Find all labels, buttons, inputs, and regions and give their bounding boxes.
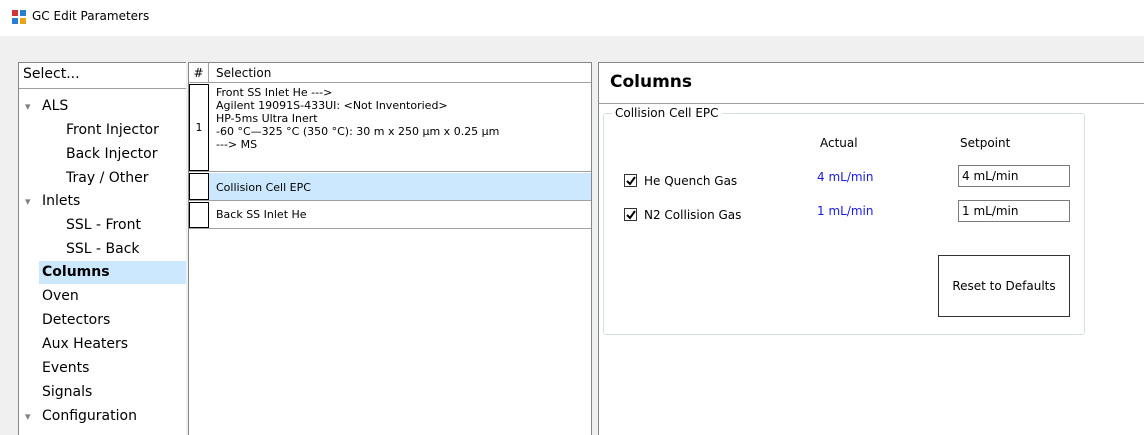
nav-item-als[interactable]: ALS	[42, 95, 68, 118]
nav-item-events[interactable]: Events	[42, 357, 89, 380]
grid-row-back-inlet[interactable]: Back SS Inlet He	[189, 202, 591, 229]
selection-line: Front SS Inlet He --->	[216, 86, 333, 99]
he-quench-setpoint-input[interactable]	[958, 165, 1070, 187]
reset-to-defaults-button[interactable]: Reset to Defaults	[938, 255, 1070, 317]
selection-line: HP-5ms Ultra Inert	[216, 112, 318, 125]
n2-collision-checkbox[interactable]	[624, 208, 637, 221]
grid-row-collision-cell[interactable]: Collision Cell EPC	[189, 173, 591, 201]
nav-item-signals[interactable]: Signals	[42, 381, 92, 404]
selection-line: -60 °C—325 °C (350 °C): 30 m x 250 μm x …	[216, 125, 500, 138]
nav-item-aux-heaters[interactable]: Aux Heaters	[42, 333, 128, 356]
window-titlebar: GC Edit Parameters	[0, 0, 1144, 36]
grid-row-number	[189, 202, 209, 228]
details-title-divider	[599, 103, 1144, 104]
grid-header-number[interactable]: #	[189, 63, 209, 83]
nav-item-front-injector[interactable]: Front Injector	[66, 119, 159, 142]
grid-row-front-inlet[interactable]: 1 Front SS Inlet He ---> Agilent 19091S-…	[189, 84, 591, 172]
nav-item-tray-other[interactable]: Tray / Other	[66, 167, 148, 190]
window-title: GC Edit Parameters	[32, 9, 150, 23]
actual-column-header: Actual	[820, 136, 858, 150]
he-quench-checkbox[interactable]	[624, 174, 637, 187]
grid-header-selection[interactable]: Selection	[216, 63, 271, 83]
nav-item-configuration[interactable]: Configuration	[42, 405, 137, 428]
nav-header-divider	[19, 88, 186, 89]
nav-item-oven[interactable]: Oven	[42, 285, 79, 308]
nav-item-detectors[interactable]: Detectors	[42, 309, 110, 332]
nav-item-ssl-back[interactable]: SSL - Back	[66, 238, 140, 261]
expand-chevron-icon[interactable]: ▾	[25, 190, 31, 213]
he-quench-actual: 4 mL/min	[817, 170, 874, 184]
nav-item-inlets[interactable]: Inlets	[42, 190, 80, 213]
dialog-body: Select... ▾ ALS Front Injector Back Inje…	[0, 36, 1144, 435]
details-panel: Columns Collision Cell EPC Actual Setpoi…	[598, 62, 1144, 435]
group-title: Collision Cell EPC	[612, 106, 722, 120]
grid-row-number: 1	[189, 84, 209, 171]
grid-row-selection: Back SS Inlet He	[216, 208, 307, 221]
selection-line: ---> MS	[216, 138, 258, 151]
n2-collision-setpoint-input[interactable]	[958, 200, 1070, 222]
selection-line: Agilent 19091S-433UI: <Not Inventoried>	[216, 99, 448, 112]
he-quench-label: He Quench Gas	[644, 174, 738, 188]
expand-chevron-icon[interactable]: ▾	[25, 405, 31, 428]
app-icon	[12, 10, 26, 24]
details-title: Columns	[610, 72, 693, 92]
expand-chevron-icon[interactable]: ▾	[25, 95, 31, 118]
collision-cell-group: Collision Cell EPC Actual Setpoint He Qu…	[603, 106, 1085, 335]
nav-header: Select...	[23, 66, 80, 82]
selection-grid: # Selection 1 Front SS Inlet He ---> Agi…	[188, 62, 592, 435]
grid-header: # Selection	[189, 63, 591, 83]
grid-row-selection: Collision Cell EPC	[216, 181, 311, 194]
nav-item-ssl-front[interactable]: SSL - Front	[66, 214, 141, 237]
nav-tree[interactable]: Select... ▾ ALS Front Injector Back Inje…	[18, 62, 186, 435]
nav-item-back-injector[interactable]: Back Injector	[66, 143, 157, 166]
grid-row-number	[189, 173, 209, 200]
nav-item-columns[interactable]: Columns	[39, 261, 186, 284]
checkmark-icon	[626, 176, 636, 186]
grid-row-selection: Front SS Inlet He ---> Agilent 19091S-43…	[216, 86, 499, 151]
n2-collision-label: N2 Collision Gas	[644, 208, 742, 222]
n2-collision-actual: 1 mL/min	[817, 204, 874, 218]
setpoint-column-header: Setpoint	[960, 136, 1011, 150]
checkmark-icon	[626, 210, 636, 220]
